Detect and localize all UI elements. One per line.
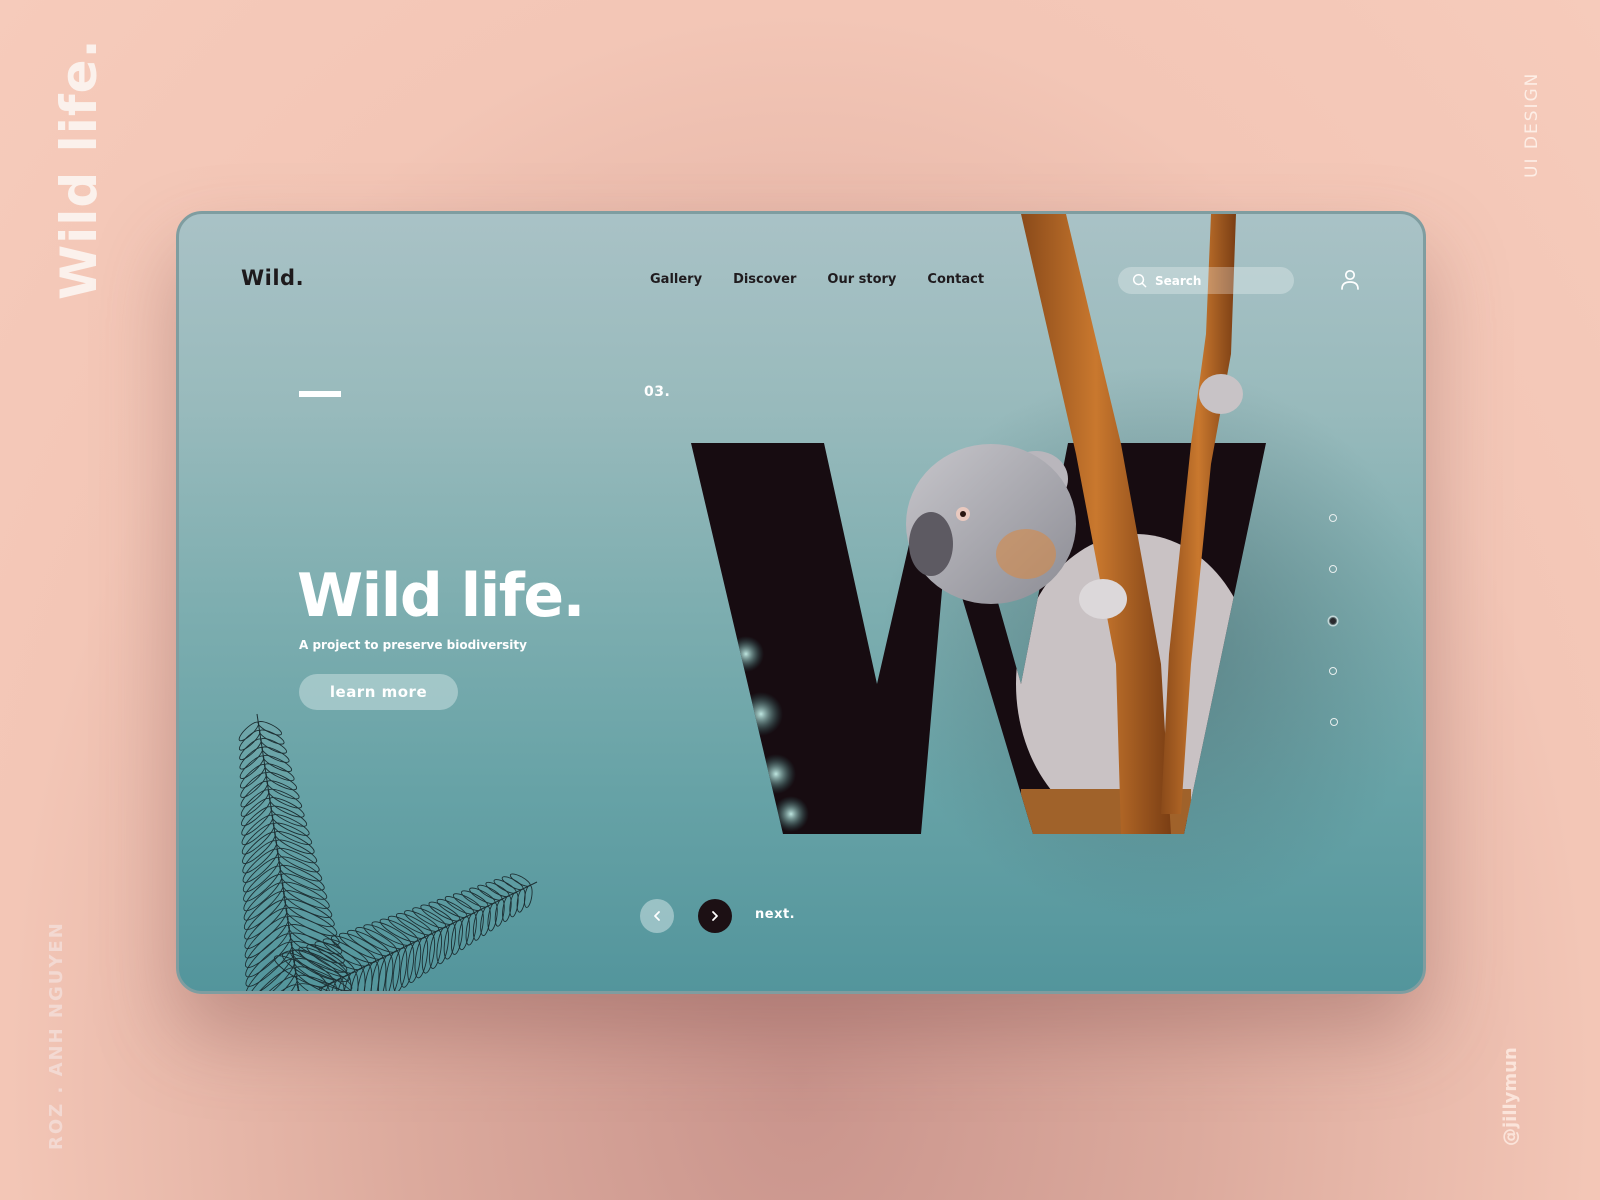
accent-dash — [299, 391, 341, 397]
previous-button[interactable] — [640, 899, 674, 933]
chevron-right-icon — [712, 911, 718, 921]
fern-illustration — [238, 713, 538, 991]
slide-dot[interactable] — [1329, 667, 1337, 675]
koala-paw-top — [1199, 374, 1243, 414]
nav-discover[interactable]: Discover — [733, 272, 796, 287]
slide-dot[interactable] — [1329, 514, 1337, 522]
site-logo[interactable]: Wild. — [241, 266, 304, 290]
author-credit: ROZ . ANH NGUYEN — [46, 921, 67, 1150]
nav-contact[interactable]: Contact — [927, 272, 984, 287]
user-icon[interactable] — [1339, 268, 1361, 292]
website-mockup-card: Wild. Gallery Discover Our story Contact… — [176, 211, 1426, 994]
next-button[interactable] — [698, 899, 732, 933]
main-nav: Gallery Discover Our story Contact — [650, 272, 984, 287]
feature-w-artwork — [691, 214, 1266, 834]
side-title: Wild life. — [50, 38, 108, 300]
fern-frond-vertical — [238, 713, 360, 991]
slide-dot-active[interactable] — [1329, 617, 1337, 625]
hero-subtitle: A project to preserve biodiversity — [299, 638, 527, 652]
chevron-left-icon — [654, 911, 660, 921]
slide-dot[interactable] — [1329, 565, 1337, 573]
koala-head — [906, 444, 1076, 604]
slide-number: 03. — [644, 384, 671, 400]
author-handle: @jillymun — [1500, 1047, 1521, 1146]
koala-paw — [1079, 579, 1127, 619]
category-label: UI DESIGN — [1522, 71, 1542, 178]
next-label[interactable]: next. — [755, 907, 795, 922]
nav-our-story[interactable]: Our story — [827, 272, 896, 287]
search-icon — [1132, 273, 1147, 288]
hero-title: Wild life. — [297, 561, 585, 631]
search-bar[interactable] — [1118, 267, 1294, 294]
slide-dot[interactable] — [1330, 718, 1338, 726]
nav-gallery[interactable]: Gallery — [650, 272, 702, 287]
search-input[interactable] — [1155, 273, 1265, 288]
